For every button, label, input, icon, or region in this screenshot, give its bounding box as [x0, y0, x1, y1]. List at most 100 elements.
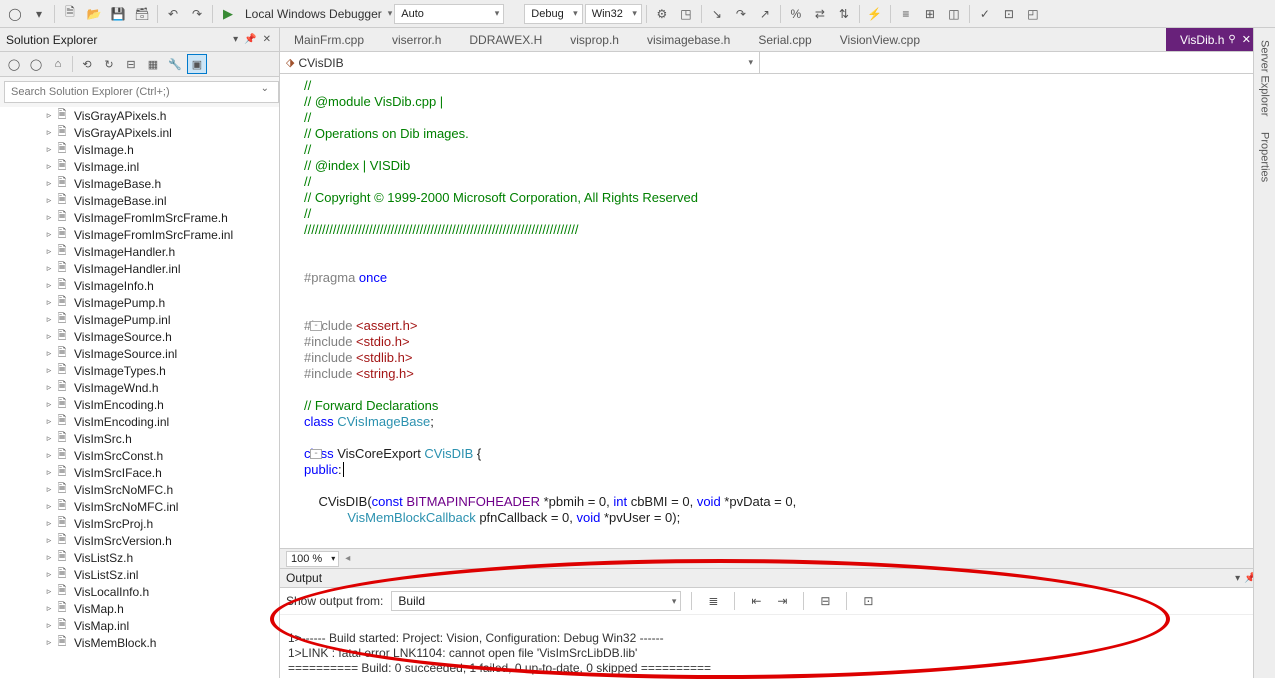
save-all-icon[interactable]: 🗃 — [131, 3, 153, 25]
tree-item[interactable]: ▹🗎VisGrayAPixels.inl — [6, 124, 279, 141]
se-back-icon[interactable]: ◯ — [4, 54, 24, 74]
tree-item[interactable]: ▹🗎VisImSrcNoMFC.h — [6, 481, 279, 498]
tree-item[interactable]: ▹🗎VisImageWnd.h — [6, 379, 279, 396]
expand-icon[interactable]: ▹ — [44, 399, 54, 410]
expand-icon[interactable]: ▹ — [44, 518, 54, 529]
side-tab-properties[interactable]: Properties — [1257, 124, 1273, 190]
se-sync-icon[interactable]: ⟲ — [77, 54, 97, 74]
tb-format-3[interactable]: ◫ — [943, 3, 965, 25]
tree-item[interactable]: ▹🗎VisImage.inl — [6, 158, 279, 175]
tree-item[interactable]: ▹🗎VisGrayAPixels.h — [6, 107, 279, 124]
tree-item[interactable]: ▹🗎VisImSrcVersion.h — [6, 532, 279, 549]
tb-icon-2[interactable]: ◳ — [675, 3, 697, 25]
tb-ex-3[interactable]: ⇅ — [833, 3, 855, 25]
se-fwd-icon[interactable]: ◯ — [26, 54, 46, 74]
tb-ex-6[interactable]: ⊡ — [998, 3, 1020, 25]
expand-icon[interactable]: ▹ — [44, 450, 54, 461]
fold-icon[interactable]: - — [310, 449, 322, 459]
tree-item[interactable]: ▹🗎VisLocalInfo.h — [6, 583, 279, 600]
panel-pin-icon[interactable]: 📌 — [242, 32, 258, 47]
tab-viserror[interactable]: viserror.h — [378, 28, 455, 52]
expand-icon[interactable]: ▹ — [44, 433, 54, 444]
scope-dropdown[interactable]: ⬗ CVisDIB — [280, 52, 760, 73]
output-indent-icon[interactable]: ⇥ — [771, 591, 793, 611]
se-refresh-icon[interactable]: ↻ — [99, 54, 119, 74]
solution-config-dropdown[interactable]: Debug — [524, 4, 582, 24]
tb-ex-1[interactable]: % — [785, 3, 807, 25]
expand-icon[interactable]: ▹ — [44, 535, 54, 546]
expand-icon[interactable]: ▹ — [44, 416, 54, 427]
nav-fwd-icon[interactable]: ▾ — [28, 3, 50, 25]
tree-item[interactable]: ▹🗎VisImageTypes.h — [6, 362, 279, 379]
tb-format-2[interactable]: ⊞ — [919, 3, 941, 25]
start-debug-icon[interactable]: ▶ — [217, 3, 239, 25]
tab-serial[interactable]: Serial.cpp — [744, 28, 825, 52]
tb-ex-2[interactable]: ⇄ — [809, 3, 831, 25]
new-icon[interactable]: 🗎 — [59, 3, 81, 25]
expand-icon[interactable]: ▹ — [44, 229, 54, 240]
expand-icon[interactable]: ▹ — [44, 552, 54, 563]
expand-icon[interactable]: ▹ — [44, 484, 54, 495]
tree-item[interactable]: ▹🗎VisImageInfo.h — [6, 277, 279, 294]
expand-icon[interactable]: ▹ — [44, 212, 54, 223]
expand-icon[interactable]: ▹ — [44, 586, 54, 597]
tab-pin-icon[interactable]: ⚲ — [1228, 34, 1235, 45]
solution-explorer-search[interactable] — [4, 81, 279, 103]
tree-item[interactable]: ▹🗎VisImageBase.inl — [6, 192, 279, 209]
expand-icon[interactable]: ▹ — [44, 501, 54, 512]
tree-item[interactable]: ▹🗎VisImEncoding.inl — [6, 413, 279, 430]
open-icon[interactable]: 📂 — [83, 3, 105, 25]
expand-icon[interactable]: ▹ — [44, 382, 54, 393]
expand-icon[interactable]: ▹ — [44, 280, 54, 291]
tree-item[interactable]: ▹🗎VisImageHandler.h — [6, 243, 279, 260]
tab-visdib-active[interactable]: VisDib.h ⚲ ✕ — [1166, 28, 1257, 52]
step-over-icon[interactable]: ↷ — [730, 3, 752, 25]
expand-icon[interactable]: ▹ — [44, 144, 54, 155]
step-out-icon[interactable]: ↗ — [754, 3, 776, 25]
tab-ddrawex[interactable]: DDRAWEX.H — [455, 28, 556, 52]
expand-icon[interactable]: ▹ — [44, 620, 54, 631]
tab-visionview[interactable]: VisionView.cpp — [826, 28, 934, 52]
redo-icon[interactable]: ↷ — [186, 3, 208, 25]
tree-item[interactable]: ▹🗎VisMap.inl — [6, 617, 279, 634]
expand-icon[interactable]: ▹ — [44, 348, 54, 359]
tab-visimagebase[interactable]: visimagebase.h — [633, 28, 744, 52]
tree-item[interactable]: ▹🗎VisImageSource.h — [6, 328, 279, 345]
tree-item[interactable]: ▹🗎VisListSz.h — [6, 549, 279, 566]
solution-platform-dropdown[interactable]: Win32 — [585, 4, 642, 24]
expand-icon[interactable]: ▹ — [44, 637, 54, 648]
tree-item[interactable]: ▹🗎VisImagePump.h — [6, 294, 279, 311]
expand-icon[interactable]: ▹ — [44, 246, 54, 257]
expand-icon[interactable]: ▹ — [44, 569, 54, 580]
expand-icon[interactable]: ▹ — [44, 195, 54, 206]
member-dropdown[interactable] — [760, 52, 1275, 73]
se-preview-icon[interactable]: ▣ — [187, 54, 207, 74]
se-properties-icon[interactable]: 🔧 — [165, 54, 185, 74]
output-text[interactable]: 1>------ Build started: Project: Vision,… — [280, 615, 1275, 678]
zoom-dropdown[interactable]: 100 % — [286, 551, 339, 567]
tree-item[interactable]: ▹🗎VisImagePump.inl — [6, 311, 279, 328]
output-dropdown-icon[interactable]: ▾ — [1235, 573, 1240, 584]
tree-item[interactable]: ▹🗎VisImageFromImSrcFrame.h — [6, 209, 279, 226]
tree-item[interactable]: ▹🗎VisMap.h — [6, 600, 279, 617]
tree-item[interactable]: ▹🗎VisImageFromImSrcFrame.inl — [6, 226, 279, 243]
output-find-icon[interactable]: ⊡ — [857, 591, 879, 611]
expand-icon[interactable]: ▹ — [44, 297, 54, 308]
code-editor[interactable]: // // @module VisDib.cpp | // // Operati… — [280, 74, 1275, 548]
tree-item[interactable]: ▹🗎VisImSrc.h — [6, 430, 279, 447]
output-goto-icon[interactable]: ⊟ — [814, 591, 836, 611]
tb-ex-4[interactable]: ⚡ — [864, 3, 886, 25]
solution-explorer-tree[interactable]: ▹🗎VisGrayAPixels.h▹🗎VisGrayAPixels.inl▹🗎… — [0, 107, 279, 678]
tb-format-1[interactable]: ≡ — [895, 3, 917, 25]
panel-dropdown-icon[interactable]: ▾ — [231, 32, 240, 47]
se-home-icon[interactable]: ⌂ — [48, 54, 68, 74]
tree-item[interactable]: ▹🗎VisImageSource.inl — [6, 345, 279, 362]
step-into-icon[interactable]: ↘ — [706, 3, 728, 25]
tree-item[interactable]: ▹🗎VisImEncoding.h — [6, 396, 279, 413]
expand-icon[interactable]: ▹ — [44, 127, 54, 138]
tb-icon-1[interactable]: ⚙ — [651, 3, 673, 25]
tb-ex-5[interactable]: ✓ — [974, 3, 996, 25]
nav-back-icon[interactable]: ◯ — [4, 3, 26, 25]
expand-icon[interactable]: ▹ — [44, 178, 54, 189]
tree-item[interactable]: ▹🗎VisImage.h — [6, 141, 279, 158]
